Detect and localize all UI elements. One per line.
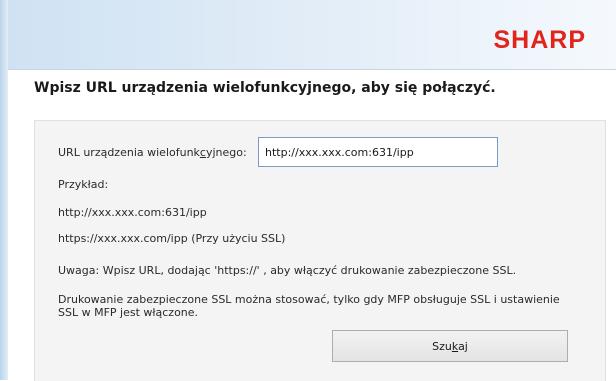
ssl-warning-text: Uwaga: Wpisz URL, dodając 'https://' , a… (58, 264, 517, 277)
search-button[interactable]: Szukaj (332, 330, 568, 362)
https-example-text: https://xxx.xxx.com/ipp (Przy użyciu SSL… (58, 232, 286, 245)
search-button-label: Szukaj (432, 339, 468, 353)
example-heading: Przykład: (58, 178, 109, 191)
ssl-info-text: Drukowanie zabezpieczone SSL można stoso… (58, 293, 560, 319)
url-field-label: URL urządzenia wielofunkcyjnego: (58, 146, 247, 159)
page-instruction: Wpisz URL urządzenia wielofunkcyjnego, a… (34, 80, 496, 96)
connection-dialog: SHARP Wpisz URL urządzenia wielofunkcyjn… (0, 0, 616, 381)
mfp-url-input[interactable] (258, 137, 498, 167)
http-example-text: http://xxx.xxx.com:631/ipp (58, 206, 207, 219)
dialog-header: SHARP (8, 0, 616, 70)
window-left-edge (0, 0, 8, 380)
header-divider (8, 69, 616, 70)
sharp-logo: SHARP (493, 26, 586, 54)
